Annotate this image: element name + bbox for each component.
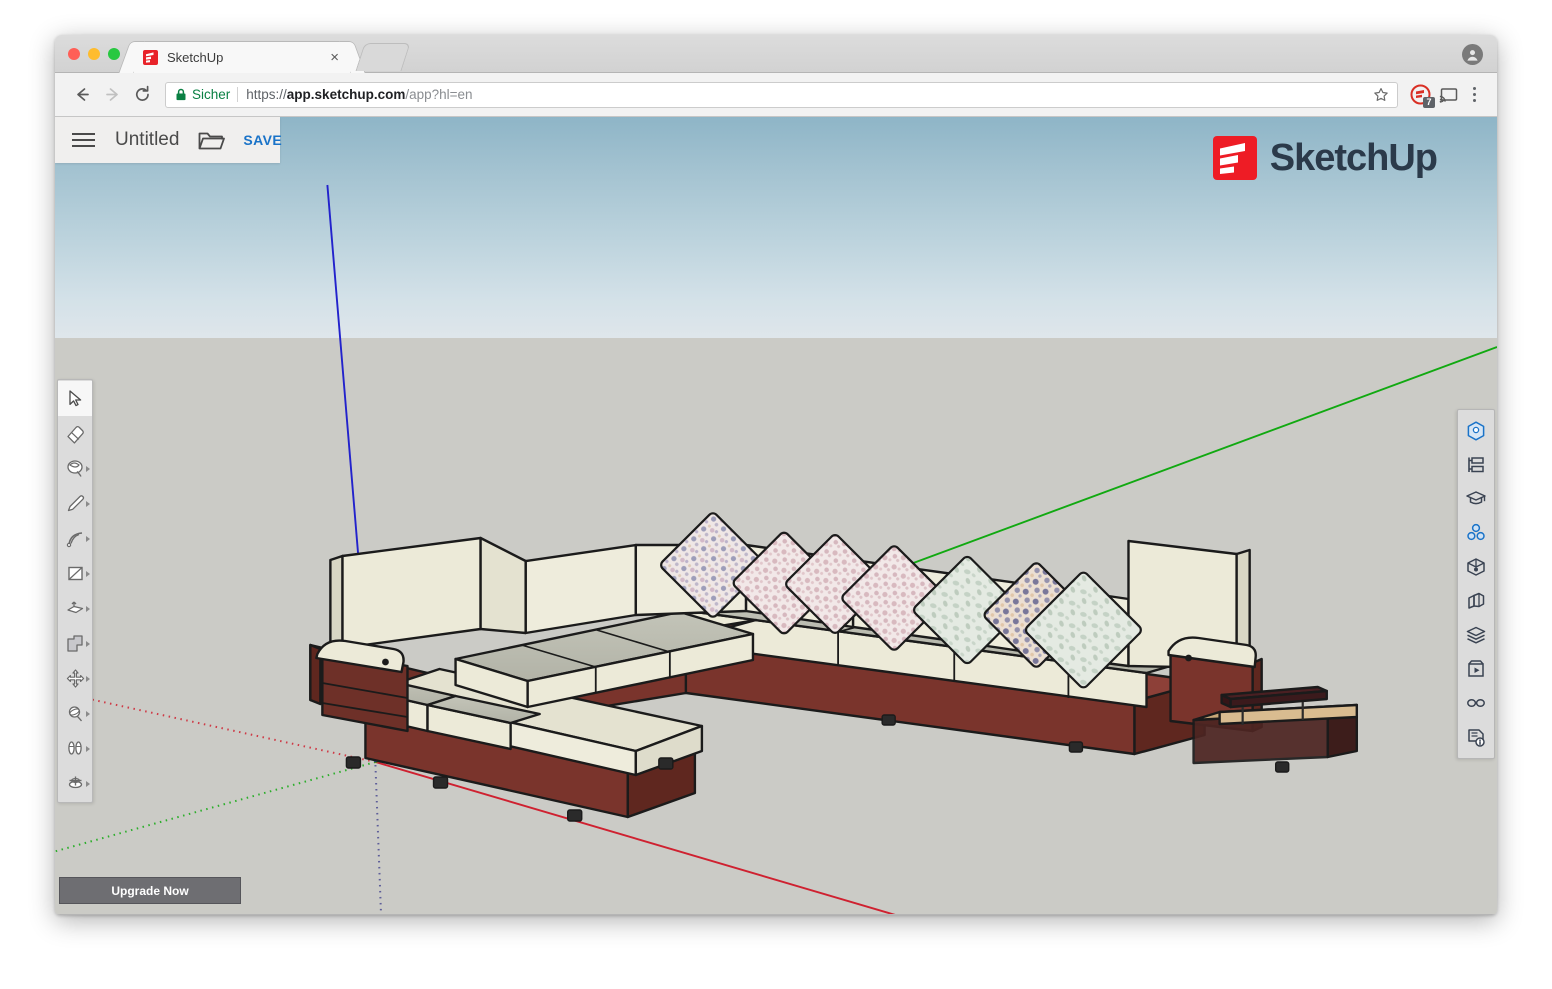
- walk-tool[interactable]: [58, 731, 92, 766]
- maximize-window-button[interactable]: [108, 48, 120, 60]
- entity-info-panel[interactable]: [1458, 414, 1494, 448]
- select-tool[interactable]: [58, 381, 92, 416]
- extension-icon[interactable]: 7: [1408, 82, 1434, 108]
- sketchup-favicon-icon: [142, 49, 159, 66]
- cast-icon[interactable]: [1434, 80, 1464, 110]
- minimize-window-button[interactable]: [88, 48, 100, 60]
- layers-panel[interactable]: [1458, 618, 1494, 652]
- url-text: https://app.sketchup.com/app?hl=en: [246, 87, 472, 102]
- close-window-button[interactable]: [68, 48, 80, 60]
- lock-icon: [175, 88, 187, 101]
- sketchup-brand-logo: SketchUp: [1212, 135, 1437, 181]
- flyout-arrow-icon: [86, 501, 90, 507]
- flyout-arrow-icon: [86, 781, 90, 787]
- close-tab-button[interactable]: ×: [327, 50, 342, 65]
- browser-tab-title: SketchUp: [167, 50, 327, 65]
- three-dot-menu-icon[interactable]: [1464, 87, 1486, 103]
- url-scheme: https://: [246, 87, 287, 102]
- new-tab-button[interactable]: [355, 43, 410, 71]
- reload-icon[interactable]: [127, 80, 157, 110]
- flyout-arrow-icon: [86, 746, 90, 752]
- flyout-arrow-icon: [86, 466, 90, 472]
- line-tool[interactable]: [58, 486, 92, 521]
- omnibox-divider: [237, 87, 238, 102]
- browser-window: SketchUp ×: [55, 35, 1497, 915]
- materials-panel[interactable]: [1458, 550, 1494, 584]
- document-title: Untitled: [115, 129, 179, 151]
- flyout-arrow-icon: [86, 711, 90, 717]
- url-host: app.sketchup.com: [287, 87, 406, 102]
- scenes-panel[interactable]: [1458, 652, 1494, 686]
- instructor-panel[interactable]: [1458, 482, 1494, 516]
- pushpull-tool[interactable]: [58, 591, 92, 626]
- sketchup-wordmark: SketchUp: [1270, 139, 1437, 177]
- flyout-arrow-icon: [86, 676, 90, 682]
- folder-open-icon[interactable]: [198, 129, 225, 151]
- section-tool[interactable]: [58, 766, 92, 801]
- paint-tool[interactable]: [58, 451, 92, 486]
- extension-badge-count: 7: [1423, 97, 1434, 108]
- rectangle-tool[interactable]: [58, 556, 92, 591]
- browser-tab[interactable]: SketchUp ×: [133, 41, 351, 73]
- styles-panel[interactable]: [1458, 584, 1494, 618]
- sketchup-header: Untitled SAVE: [55, 117, 1497, 163]
- arc-tool[interactable]: [58, 521, 92, 556]
- sketchup-logo-icon: [1212, 135, 1258, 181]
- bookmark-star-icon[interactable]: [1365, 87, 1389, 103]
- account-avatar-icon[interactable]: [1462, 44, 1483, 65]
- outliner-panel[interactable]: [1458, 448, 1494, 482]
- components-panel[interactable]: [1458, 516, 1494, 550]
- sketchup-menu-bar: Untitled SAVE: [55, 117, 280, 163]
- orbit-tool[interactable]: [58, 696, 92, 731]
- browser-tab-strip: SketchUp ×: [55, 35, 1497, 73]
- back-arrow-icon[interactable]: [67, 80, 97, 110]
- status-bar: Select objects. Shift to extend select. …: [55, 914, 1497, 915]
- flyout-arrow-icon: [86, 606, 90, 612]
- eraser-tool[interactable]: [58, 416, 92, 451]
- flyout-arrow-icon: [86, 571, 90, 577]
- offset-tool[interactable]: [58, 626, 92, 661]
- sectional-sofa-model: [310, 511, 1356, 821]
- save-button[interactable]: SAVE: [243, 132, 282, 148]
- url-path: /app?hl=en: [405, 87, 472, 102]
- hamburger-menu-icon[interactable]: [72, 133, 95, 147]
- browser-toolbar: Sicher https://app.sketchup.com/app?hl=e…: [55, 73, 1497, 117]
- sketchup-app: Untitled SAVE: [55, 117, 1497, 914]
- flyout-arrow-icon: [86, 641, 90, 647]
- side-panel-tray: [1457, 409, 1495, 759]
- upgrade-now-button[interactable]: Upgrade Now: [59, 877, 241, 904]
- forward-arrow-icon[interactable]: [97, 80, 127, 110]
- secure-label: Sicher: [192, 87, 230, 102]
- stereo-panel[interactable]: [1458, 686, 1494, 720]
- model-viewport[interactable]: [55, 117, 1497, 914]
- window-controls: [68, 48, 120, 60]
- screenshot-root: SketchUp ×: [0, 0, 1552, 989]
- drawing-toolbar: [57, 379, 93, 803]
- move-tool[interactable]: [58, 661, 92, 696]
- model-info-panel[interactable]: [1458, 720, 1494, 754]
- address-bar[interactable]: Sicher https://app.sketchup.com/app?hl=e…: [165, 82, 1398, 108]
- flyout-arrow-icon: [86, 536, 90, 542]
